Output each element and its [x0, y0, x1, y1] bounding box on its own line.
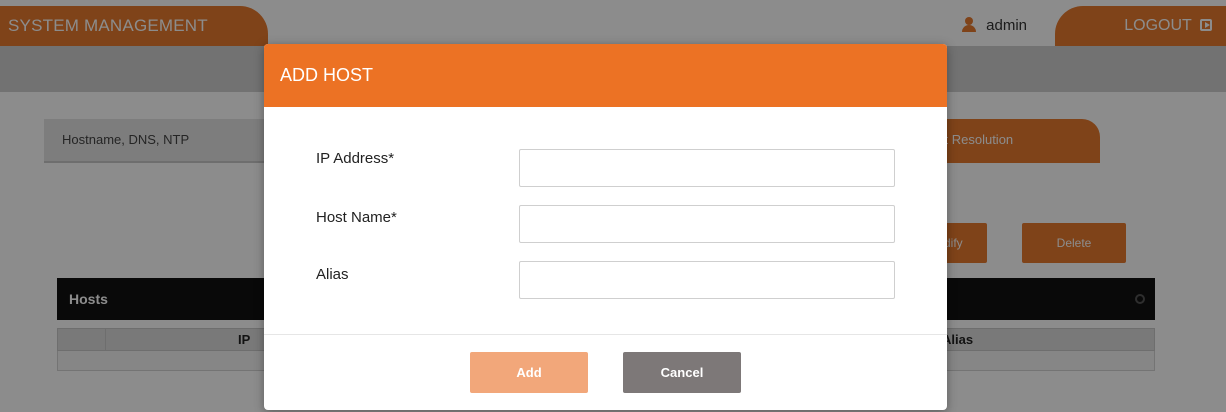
alias-label: Alias [316, 266, 349, 283]
ip-address-input[interactable] [519, 149, 895, 187]
add-button[interactable]: Add [470, 352, 588, 393]
alias-input[interactable] [519, 261, 895, 299]
ip-address-label: IP Address* [316, 150, 395, 167]
cancel-button[interactable]: Cancel [623, 352, 741, 393]
host-name-input[interactable] [519, 205, 895, 243]
add-host-dialog: ADD HOST IP Address* Host Name* Alias Ad… [264, 44, 947, 410]
dialog-title: ADD HOST [264, 44, 947, 107]
host-name-label: Host Name* [316, 209, 397, 226]
dialog-footer-divider [264, 334, 947, 335]
